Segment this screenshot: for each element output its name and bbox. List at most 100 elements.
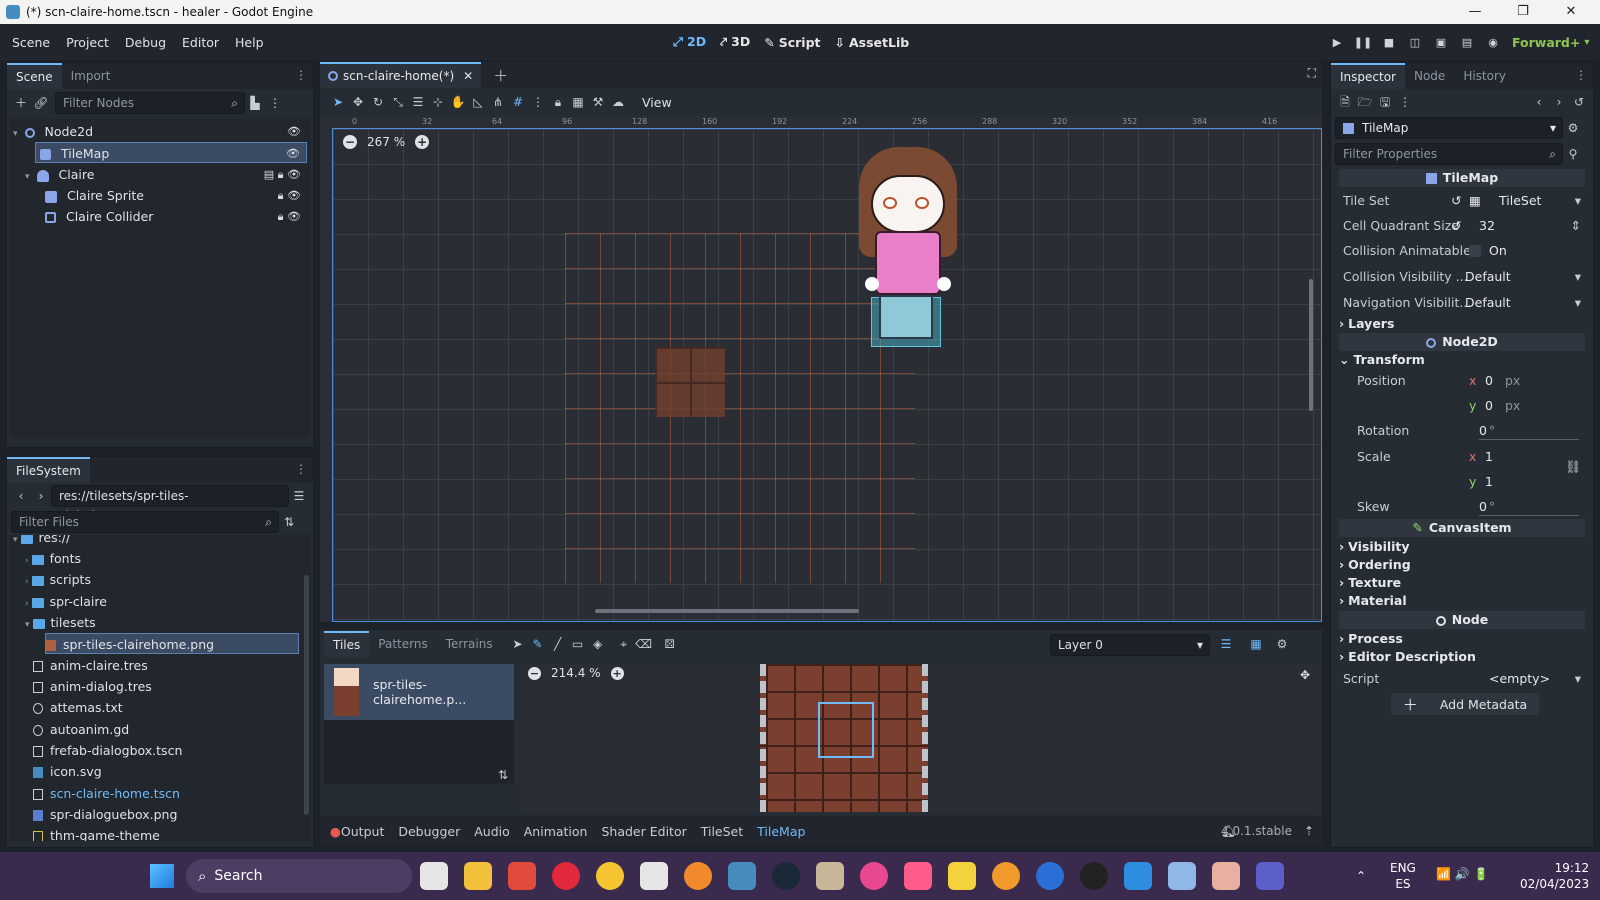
prop-collision-animatable[interactable]: Collision Animatable On	[1339, 239, 1585, 263]
add-tab-icon[interactable]: ＋	[493, 65, 508, 86]
new-resource-icon[interactable]: 🗎	[1335, 92, 1355, 112]
menu-project[interactable]: Project	[58, 35, 117, 50]
obs-icon[interactable]	[1080, 862, 1108, 890]
prop-rotation[interactable]: Rotation 0 °	[1339, 419, 1585, 443]
tree-node-claire[interactable]: ▾ Claire ▤ 🔒︎ 👁︎	[25, 164, 307, 185]
fl-studio-icon[interactable]	[684, 862, 712, 890]
smart-snap-icon[interactable]: ⋔	[488, 92, 508, 112]
close-tab-icon[interactable]: ✕	[463, 64, 473, 88]
chevron-up-icon[interactable]: ⌃	[1356, 869, 1366, 883]
path-field[interactable]: res://tilesets/spr-tiles-clairehome.png	[51, 485, 289, 523]
visibility-eye-icon[interactable]: 👁︎	[286, 143, 300, 164]
ruler-tool-icon[interactable]: ◺	[468, 92, 488, 112]
close-window-button[interactable]: ✕	[1548, 0, 1594, 24]
list-select-icon[interactable]: ☰	[408, 92, 428, 112]
tab-patterns[interactable]: Patterns	[369, 631, 436, 657]
tab-scn-claire-home[interactable]: scn-claire-home(*) ✕	[320, 62, 482, 88]
snap-options-icon[interactable]: ⋮	[528, 92, 548, 112]
link-icon[interactable]: 🔗︎	[31, 93, 51, 113]
cloud-icon[interactable]: ☁	[608, 92, 628, 112]
object-selector[interactable]: TileMap ▾	[1335, 117, 1563, 139]
canvas-viewport[interactable]: − 267 % +	[332, 128, 1322, 622]
vertical-scrollbar[interactable]	[1309, 279, 1313, 411]
pivot-icon[interactable]: ⊹	[428, 92, 448, 112]
app-paint-icon[interactable]	[904, 862, 932, 890]
prop-skew[interactable]: Skew 0 °	[1339, 495, 1585, 519]
app-window-icon[interactable]	[1168, 862, 1196, 890]
tree-node-claire-sprite[interactable]: Claire Sprite 🔒︎ 👁︎	[45, 185, 307, 206]
skew-slider[interactable]	[1479, 515, 1579, 516]
zoom-in-icon[interactable]: +	[415, 135, 430, 149]
file-thm-game-theme[interactable]: thm-game-theme	[33, 825, 299, 841]
app-tablet-icon[interactable]	[640, 862, 668, 890]
tab-tiles[interactable]: Tiles	[324, 631, 370, 657]
prop-navigation-visibility[interactable]: Navigation Visibilit... Default ▾	[1339, 291, 1585, 315]
folder-scripts[interactable]: › scripts	[25, 569, 299, 590]
taskbar-search[interactable]: ⌕ Search	[186, 859, 412, 893]
split-view-icon[interactable]: ☰	[289, 486, 309, 506]
more-options-icon[interactable]: ⋮	[1575, 68, 1587, 82]
folder-spr-claire[interactable]: › spr-claire	[25, 591, 299, 612]
remote-debug-icon[interactable]: ◫	[1402, 36, 1428, 49]
stop-icon[interactable]: ■	[1376, 36, 1402, 49]
forward-icon[interactable]: ›	[31, 486, 51, 506]
folder-tilesets[interactable]: ▾ tilesets	[25, 612, 299, 633]
line-tool-icon[interactable]: ╱	[548, 634, 568, 654]
filter-nodes-input[interactable]: Filter Nodes ⌕	[55, 92, 245, 114]
tree-node-node2d[interactable]: ▾ Node2d 👁︎	[13, 121, 307, 142]
pan-tool-icon[interactable]: ✋	[448, 92, 468, 112]
tree-node-tilemap[interactable]: TileMap 👁︎	[35, 142, 307, 163]
object-options-icon[interactable]: ⚙	[1563, 118, 1583, 138]
tab-terrains[interactable]: Terrains	[437, 631, 502, 657]
menu-scene[interactable]: Scene	[4, 35, 58, 50]
fullscreen-icon[interactable]: ⛶	[1308, 66, 1316, 81]
file-icon-svg[interactable]: icon.svg	[33, 761, 299, 782]
tab-audio[interactable]: Audio	[474, 824, 510, 839]
add-node-icon[interactable]: ＋	[11, 93, 31, 113]
play-icon[interactable]: ▶	[1324, 36, 1350, 49]
tab-node[interactable]: Node	[1405, 63, 1454, 89]
filter-files-input[interactable]: Filter Files ⌕	[11, 511, 279, 533]
checkbox[interactable]	[1469, 245, 1481, 257]
tab-scene[interactable]: Scene	[7, 63, 62, 89]
filter-properties-input[interactable]: Filter Properties ⌕	[1335, 143, 1563, 165]
tab-tileset[interactable]: TileSet	[701, 824, 743, 839]
app-ring-icon[interactable]	[596, 862, 624, 890]
clock[interactable]: 19:12 02/04/2023	[1520, 860, 1589, 892]
prop-cell-quadrant-size[interactable]: Cell Quadrant Size ↺ 32 ⇕	[1339, 214, 1585, 238]
scale-tool-icon[interactable]: ⤡	[388, 92, 408, 112]
forward-icon[interactable]: ›	[1549, 92, 1569, 112]
node-icons[interactable]: ▤ 🔒︎ 👁︎	[264, 164, 301, 185]
file-scn-claire-home[interactable]: scn-claire-home.tscn	[33, 783, 299, 804]
select-tool-icon[interactable]: ➤	[508, 634, 528, 654]
movie-maker-icon[interactable]: ◉	[1480, 36, 1506, 49]
scene-menu-icon[interactable]: ⋮	[265, 93, 285, 113]
properties-options-icon[interactable]: ⚲	[1563, 144, 1583, 164]
prop-tile-set[interactable]: Tile Set ↺ ▦ TileSet ▾	[1339, 189, 1585, 213]
group-icon[interactable]: ▦	[568, 92, 588, 112]
file-frefab-dialogbox[interactable]: frefab-dialogbox.tscn	[33, 740, 299, 761]
history-icon[interactable]: ↺	[1569, 92, 1589, 112]
tab-animation[interactable]: Animation	[524, 824, 588, 839]
wifi-volume-battery-icons[interactable]: 📶 🔊 🔋	[1436, 867, 1488, 881]
file-anim-claire[interactable]: anim-claire.tres	[33, 655, 299, 676]
placed-tile[interactable]	[655, 347, 725, 417]
zoom-out-icon[interactable]: −	[528, 666, 541, 680]
file-attemas[interactable]: attemas.txt	[33, 697, 299, 718]
godot-taskbar-icon[interactable]	[728, 862, 756, 890]
play-custom-scene-icon[interactable]: ▤	[1454, 36, 1480, 49]
tile-source-item[interactable]: spr-tiles-clairehome.p...	[324, 664, 514, 720]
view-menu[interactable]: View	[642, 95, 672, 110]
resource-menu-icon[interactable]: ⋮	[1395, 92, 1415, 112]
vscode-icon[interactable]	[1124, 862, 1152, 890]
group-transform[interactable]: ⌄ Transform	[1339, 351, 1585, 369]
more-options-icon[interactable]: ⋮	[295, 462, 307, 476]
rotation-slider[interactable]	[1479, 439, 1579, 440]
tab-history[interactable]: History	[1454, 63, 1515, 89]
bone-icon[interactable]: ⚒	[588, 92, 608, 112]
renderer-select[interactable]: Forward+	[1512, 35, 1580, 50]
tab-output[interactable]: ●Output	[330, 824, 384, 839]
workspace-3d-button[interactable]: ⤤ 3D	[720, 34, 750, 50]
spinner-icon[interactable]: ⇕	[1571, 214, 1581, 238]
grid-snap-icon[interactable]: #	[508, 92, 528, 112]
